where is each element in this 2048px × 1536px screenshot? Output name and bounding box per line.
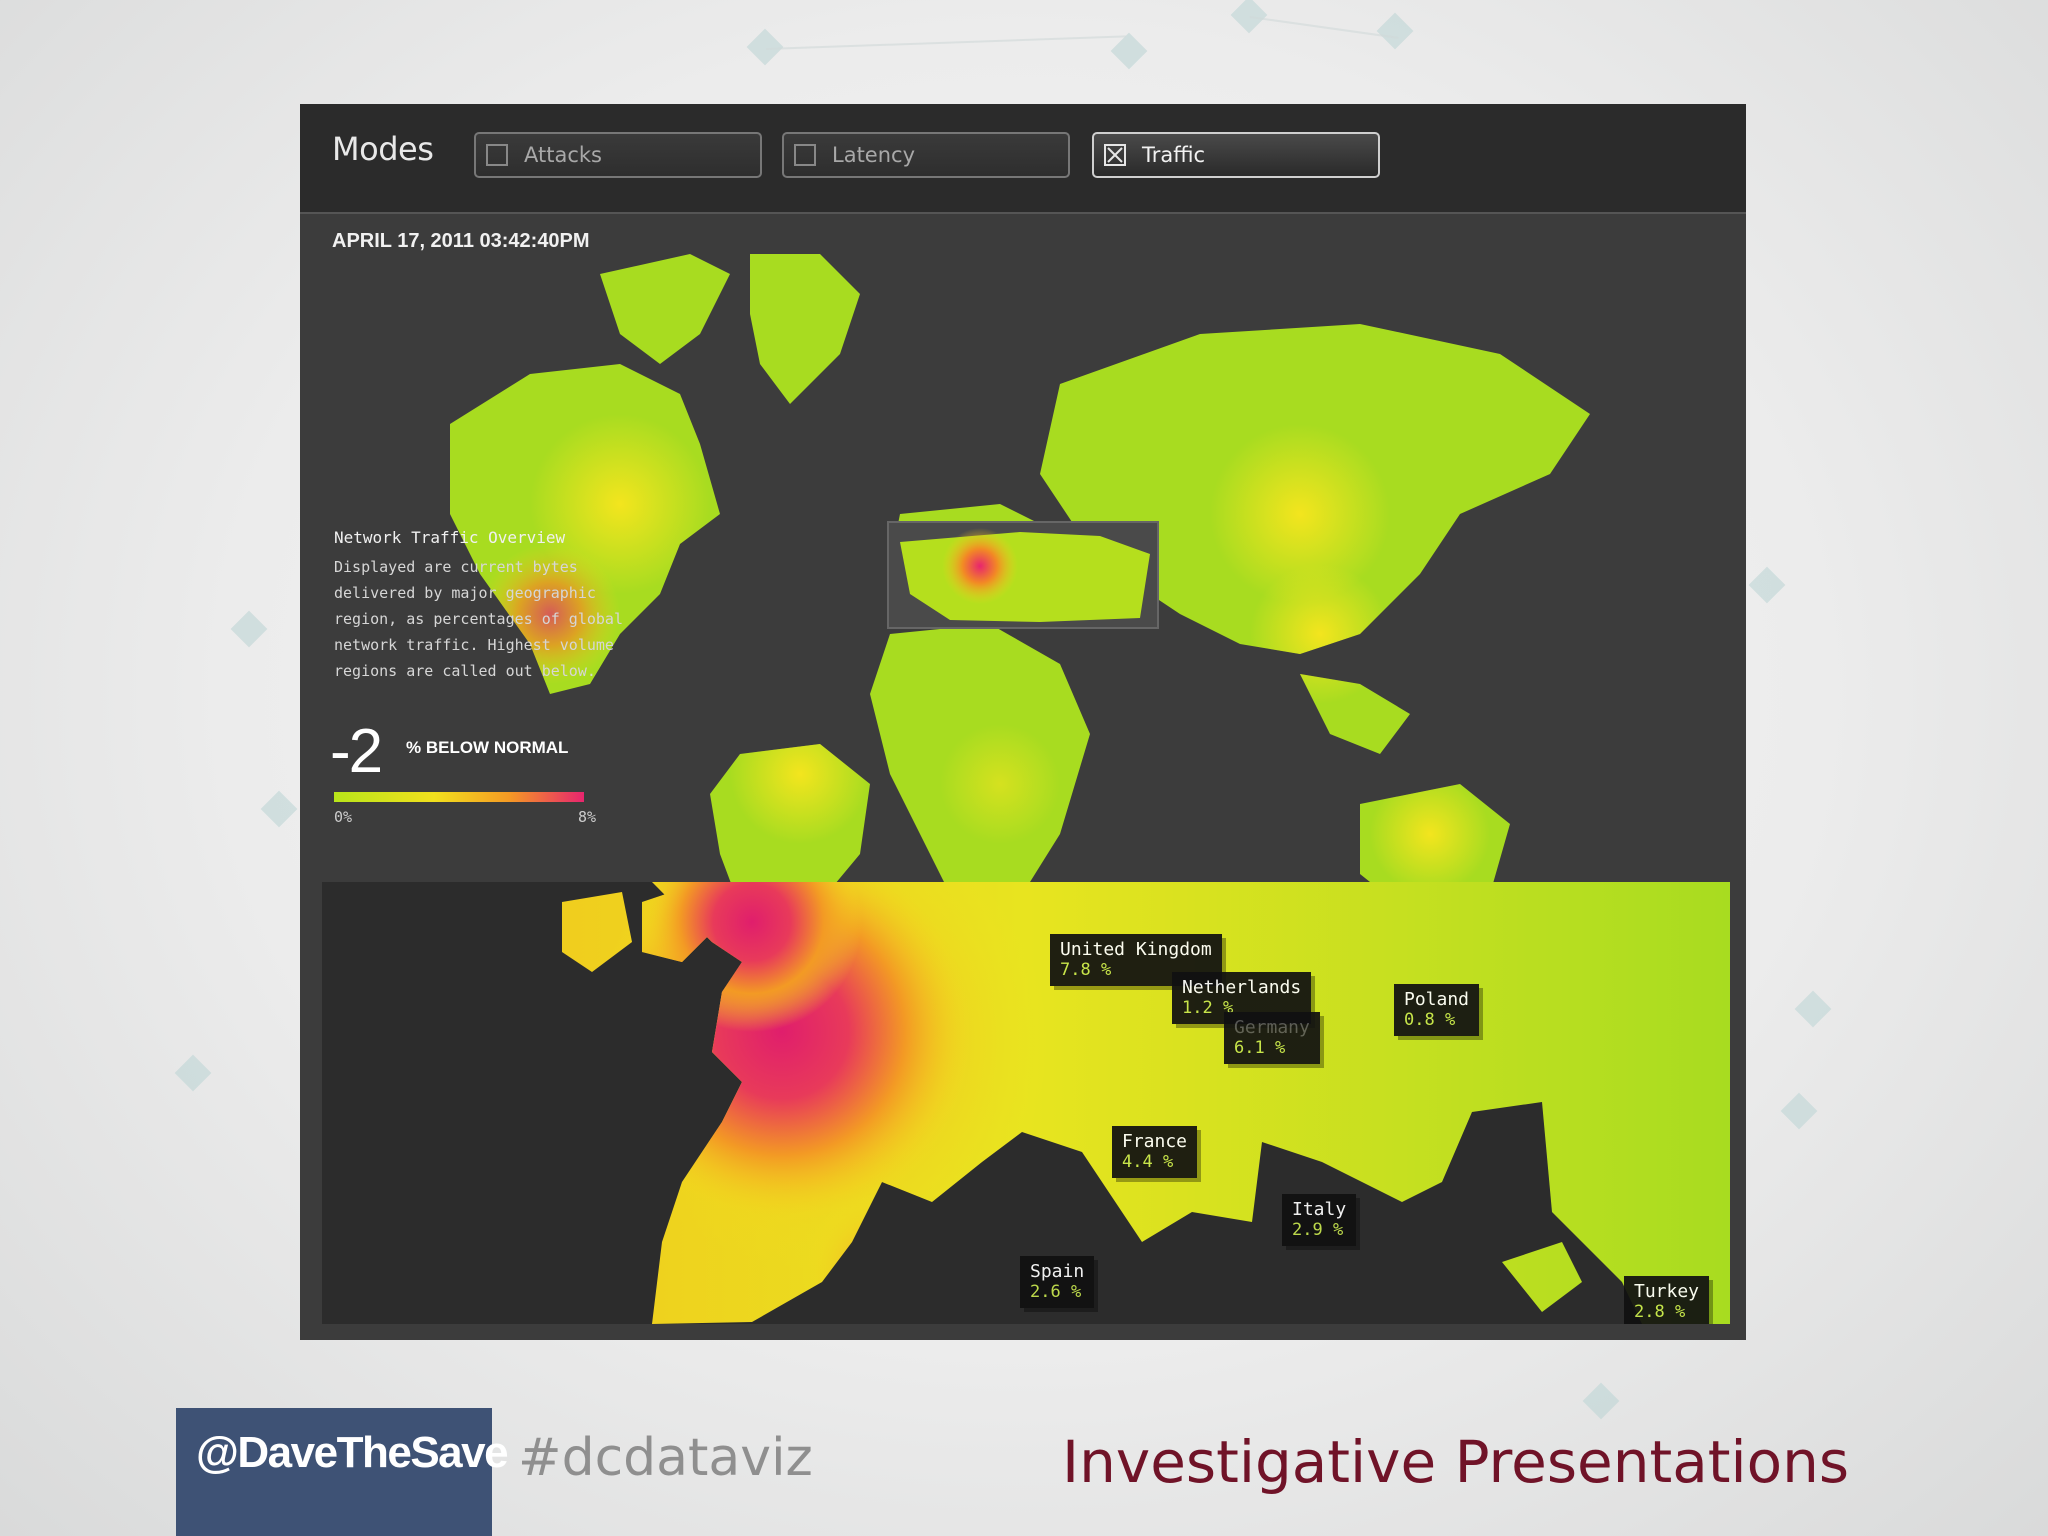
checkbox-empty-icon[interactable] [486, 144, 508, 166]
diamond-decoration [230, 610, 268, 648]
callout-name: Turkey [1634, 1281, 1700, 1302]
diamond-decoration [260, 790, 298, 828]
callout-poland: Poland 0.8 % [1394, 984, 1480, 1036]
diamond-decoration [1376, 12, 1414, 50]
legend-color-scale [334, 792, 584, 802]
callout-france: France 4.4 % [1112, 1126, 1198, 1178]
latency-mode-button[interactable]: Latency [782, 132, 1070, 178]
connector-line [1249, 16, 1399, 39]
legend-min-label: 0% [334, 808, 353, 826]
callout-value: 0.8 % [1404, 1010, 1456, 1030]
delta-value: -2 [330, 717, 383, 786]
delta-label: % BELOW NORMAL [406, 738, 569, 757]
diamond-decoration [1748, 566, 1786, 604]
callout-name: Netherlands [1182, 977, 1302, 998]
overview-description: Displayed are current bytes delivered by… [334, 558, 623, 680]
traffic-mode-button[interactable]: Traffic [1092, 132, 1380, 178]
callout-spain: Spain 2.6 % [1020, 1256, 1095, 1308]
callout-name: France [1122, 1131, 1188, 1152]
diamond-decoration [1582, 1382, 1620, 1420]
europe-zoom-map[interactable]: United Kingdom 7.8 % Netherlands 1.2 % G… [322, 882, 1730, 1324]
diamond-decoration [174, 1054, 212, 1092]
attacks-mode-label: Attacks [524, 143, 602, 167]
connector-line [766, 35, 1126, 50]
callout-value: 6.1 % [1234, 1038, 1286, 1058]
presentation-title: Investigative Presentations [1062, 1428, 1850, 1496]
callout-turkey: Turkey 2.8 % [1624, 1276, 1710, 1324]
traffic-dashboard: Modes Attacks Latency Traffic APRIL 17, … [300, 104, 1746, 1340]
callout-name: Germany [1234, 1017, 1310, 1038]
callout-name: United Kingdom [1060, 939, 1212, 960]
callout-name: Spain [1030, 1261, 1085, 1282]
legend-max-label: 8% [578, 808, 597, 826]
overview-title: Network Traffic Overview [334, 528, 566, 547]
mode-toolbar: Modes Attacks Latency Traffic [300, 104, 1746, 214]
hashtag: #dcdataviz [518, 1428, 813, 1488]
callout-value: 4.4 % [1122, 1152, 1174, 1172]
attacks-mode-button[interactable]: Attacks [474, 132, 762, 178]
callout-value: 2.9 % [1292, 1220, 1344, 1240]
callout-value: 2.8 % [1634, 1302, 1686, 1322]
diamond-decoration [1780, 1092, 1818, 1130]
diamond-decoration [1794, 990, 1832, 1028]
callout-germany: Germany 6.1 % [1224, 1012, 1320, 1064]
traffic-mode-label: Traffic [1142, 143, 1206, 167]
callout-value: 2.6 % [1030, 1282, 1082, 1302]
checkbox-empty-icon[interactable] [794, 144, 816, 166]
timestamp: APRIL 17, 2011 03:42:40PM [332, 230, 590, 252]
modes-title: Modes [332, 130, 434, 168]
twitter-handle-badge: @DaveTheSave [176, 1408, 509, 1536]
diamond-decoration [1110, 32, 1148, 70]
checkbox-checked-icon[interactable] [1104, 144, 1126, 166]
callout-italy: Italy 2.9 % [1282, 1194, 1357, 1246]
callout-name: Poland [1404, 989, 1470, 1010]
callout-name: Italy [1292, 1199, 1347, 1220]
europe-zoom-highlight[interactable] [887, 521, 1159, 629]
twitter-handle: @DaveTheSave [196, 1428, 509, 1477]
latency-mode-label: Latency [832, 143, 916, 167]
